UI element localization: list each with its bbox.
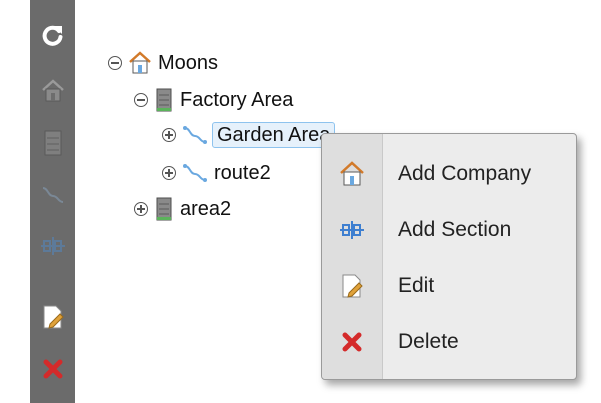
server-icon (42, 129, 64, 157)
menu-item-edit[interactable]: Edit (322, 258, 576, 314)
menu-item-add-section[interactable]: Add Section (322, 202, 576, 258)
route-icon (40, 184, 66, 206)
menu-item-label: Add Company (398, 162, 532, 185)
menu-item-add-company[interactable]: Add Company (322, 146, 576, 202)
refresh-icon (41, 23, 65, 47)
house-icon (322, 161, 382, 187)
tree-node-moons[interactable]: Moons (108, 50, 220, 76)
delete-icon (322, 331, 382, 353)
menu-item-label: Delete (398, 330, 459, 353)
section-icon (322, 219, 382, 241)
context-menu: Add Company Add Section Edit Delete (321, 133, 577, 380)
tree-node-label[interactable]: route2 (212, 160, 273, 186)
tree-node-area2[interactable]: area2 (134, 196, 233, 222)
add-company-button[interactable] (30, 68, 75, 113)
add-area-button[interactable] (30, 120, 75, 165)
tree-node-garden-area[interactable]: Garden Area (162, 122, 336, 148)
route-icon (182, 124, 208, 146)
edit-icon (41, 304, 65, 330)
edit-button[interactable] (30, 294, 75, 339)
route-icon (182, 162, 208, 184)
tree-node-label[interactable]: area2 (178, 196, 233, 222)
tree-node-factory-area[interactable]: Factory Area (134, 87, 295, 113)
expand-toggle[interactable] (162, 166, 176, 180)
add-section-button[interactable] (30, 223, 75, 268)
tree-node-label[interactable]: Moons (156, 50, 220, 76)
tree-node-label[interactable]: Factory Area (178, 87, 295, 113)
tree-node-label[interactable]: Garden Area (212, 122, 336, 148)
tree-node-route2[interactable]: route2 (162, 160, 273, 186)
house-icon (40, 78, 66, 104)
add-route-button[interactable] (30, 172, 75, 217)
section-icon (40, 235, 65, 257)
server-icon (154, 88, 174, 112)
collapse-toggle[interactable] (134, 93, 148, 107)
menu-item-label: Add Section (398, 218, 512, 241)
delete-icon (42, 358, 64, 380)
house-icon (128, 51, 152, 75)
collapse-toggle[interactable] (108, 56, 122, 70)
menu-item-label: Edit (398, 274, 435, 297)
delete-button[interactable] (30, 346, 75, 391)
menu-item-delete[interactable]: Delete (322, 314, 576, 370)
expand-toggle[interactable] (162, 128, 176, 142)
server-icon (154, 197, 174, 221)
left-toolbar (0, 0, 75, 403)
edit-icon (322, 273, 382, 299)
refresh-button[interactable] (30, 12, 75, 57)
expand-toggle[interactable] (134, 202, 148, 216)
